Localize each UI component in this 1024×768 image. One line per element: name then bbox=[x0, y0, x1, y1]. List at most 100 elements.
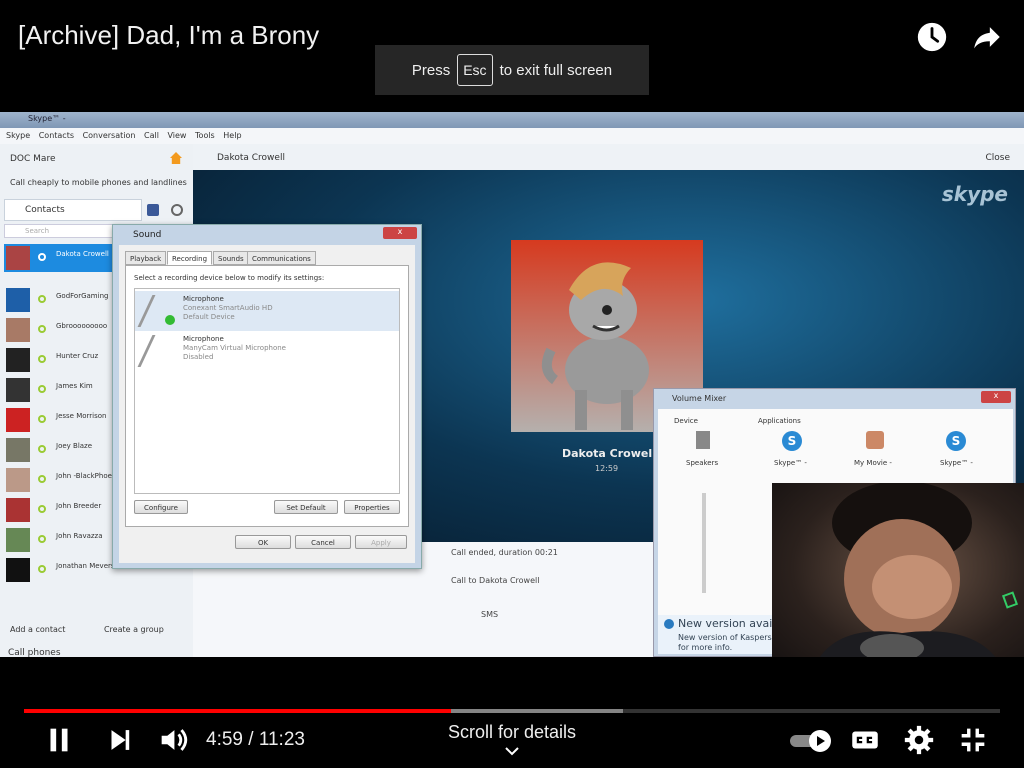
ok-button: OK bbox=[235, 535, 291, 549]
time-separator: / bbox=[242, 729, 259, 750]
skype-titlebar: Skype™ - bbox=[0, 112, 1024, 128]
avatar bbox=[6, 246, 30, 270]
avatar bbox=[6, 318, 30, 342]
contact-name: Jesse Morrison bbox=[56, 412, 107, 420]
contact-name: Gbrooooooooo bbox=[56, 322, 108, 330]
avatar bbox=[6, 468, 30, 492]
set-default-button: Set Default bbox=[274, 500, 338, 514]
tab-communications: Communications bbox=[247, 251, 316, 265]
contact-name: John -BlackPhoe bbox=[56, 472, 112, 480]
create-group-label: Create a group bbox=[103, 625, 164, 634]
microphone-icon bbox=[137, 335, 181, 367]
sound-dialog: Sound x Playback Recording Sounds Commun… bbox=[112, 224, 422, 569]
mixer-close: x bbox=[981, 391, 1011, 403]
device-name: Microphone bbox=[183, 295, 224, 303]
pause-icon[interactable] bbox=[42, 723, 76, 757]
sound-dialog-title: Sound bbox=[133, 230, 162, 240]
status-icon bbox=[38, 355, 46, 363]
device-driver: ManyCam Virtual Microphone bbox=[183, 344, 286, 352]
next-icon[interactable] bbox=[103, 723, 137, 757]
volume-slider bbox=[702, 493, 706, 593]
toast-text-before: Press bbox=[411, 61, 451, 79]
time-total: 11:23 bbox=[258, 729, 305, 750]
scroll-for-details[interactable]: Scroll for details bbox=[412, 722, 612, 743]
contact-name: Joey Blaze bbox=[56, 442, 93, 450]
configure-button: Configure bbox=[134, 500, 188, 514]
watch-later-icon[interactable] bbox=[915, 20, 949, 54]
avatar bbox=[6, 498, 30, 522]
played-bar bbox=[24, 709, 452, 713]
device-status: Default Device bbox=[183, 313, 235, 321]
menu-view: View bbox=[167, 131, 187, 140]
status-icon bbox=[38, 385, 46, 393]
skype-menubar: Skype Contacts Conversation Call View To… bbox=[0, 128, 1024, 144]
sms-label: SMS bbox=[481, 610, 499, 619]
call-ended-entry: Call ended, duration 00:21 bbox=[451, 548, 558, 557]
toast-text-after: to exit full screen bbox=[499, 61, 613, 79]
skype-window-title: Skype™ - bbox=[28, 114, 66, 123]
status-icon bbox=[38, 505, 46, 513]
contact-search: Search bbox=[4, 224, 114, 238]
facebook-icon bbox=[147, 204, 159, 216]
settings-icon[interactable] bbox=[902, 723, 936, 757]
menu-skype: Skype bbox=[6, 131, 31, 140]
skype-logo: skype bbox=[941, 182, 1008, 206]
apply-button: Apply bbox=[355, 535, 407, 549]
share-icon[interactable] bbox=[970, 20, 1004, 54]
add-contact-label: Add a contact bbox=[10, 625, 66, 634]
movie-app-icon bbox=[866, 431, 884, 449]
progress-bar[interactable] bbox=[24, 709, 1000, 713]
conversation-name: Dakota Crowell bbox=[217, 153, 285, 163]
skype-app-icon: S bbox=[946, 431, 966, 451]
device-status: Disabled bbox=[183, 353, 214, 361]
status-icon bbox=[38, 475, 46, 483]
contact-name: Hunter Cruz bbox=[56, 352, 99, 360]
sound-dialog-body: Playback Recording Sounds Communications… bbox=[119, 245, 415, 563]
time-display: 4:59 / 11:23 bbox=[206, 729, 305, 751]
recording-hint: Select a recording device below to modif… bbox=[134, 274, 325, 282]
captions-icon[interactable] bbox=[848, 723, 882, 757]
status-icon bbox=[38, 295, 46, 303]
default-check-icon bbox=[165, 315, 175, 325]
webcam-feed bbox=[772, 483, 1024, 657]
contact-name: GodForGaming bbox=[56, 292, 109, 300]
call-cheaply-text: Call cheaply to mobile phones and landli… bbox=[10, 178, 187, 187]
skype-app-icon: S bbox=[782, 431, 802, 451]
menu-tools: Tools bbox=[195, 131, 215, 140]
tab-sounds: Sounds bbox=[213, 251, 249, 265]
menu-conversation: Conversation bbox=[82, 131, 136, 140]
home-icon bbox=[170, 152, 182, 164]
recording-device-list: Microphone Conexant SmartAudio HD Defaul… bbox=[134, 288, 400, 494]
chevron-down-icon[interactable] bbox=[504, 745, 520, 757]
esc-key: Esc bbox=[457, 54, 493, 86]
autoplay-toggle-icon[interactable] bbox=[790, 730, 832, 752]
device-label: Device bbox=[674, 417, 698, 425]
exit-fullscreen-icon[interactable] bbox=[956, 723, 990, 757]
fullscreen-toast: Press Esc to exit full screen bbox=[375, 45, 649, 95]
avatar bbox=[6, 408, 30, 432]
cancel-button: Cancel bbox=[295, 535, 351, 549]
avatar bbox=[6, 438, 30, 462]
avatar bbox=[6, 288, 30, 312]
recording-panel: Select a recording device below to modif… bbox=[125, 265, 409, 527]
call-contact-name: Dakota Crowell bbox=[562, 447, 656, 460]
contact-name: John Breeder bbox=[56, 502, 102, 510]
device-row: Microphone ManyCam Virtual Microphone Di… bbox=[135, 331, 399, 371]
tab-recording: Recording bbox=[167, 251, 213, 265]
status-icon bbox=[38, 325, 46, 333]
contact-name: Dakota Crowell bbox=[56, 250, 109, 258]
video-title: [Archive] Dad, I'm a Brony bbox=[18, 20, 320, 50]
contact-name: James Kim bbox=[56, 382, 93, 390]
skype-user-name: DOC Mare bbox=[10, 154, 56, 164]
speakers-label: Speakers bbox=[686, 459, 719, 467]
volume-icon[interactable] bbox=[156, 723, 190, 757]
menu-help: Help bbox=[223, 131, 242, 140]
sound-dialog-close: x bbox=[383, 227, 417, 239]
contact-name: Jonathan Mevers bbox=[56, 562, 115, 570]
contacts-tab: Contacts bbox=[4, 199, 142, 221]
call-to-entry: Call to Dakota Crowell bbox=[451, 576, 540, 585]
recent-clock-icon bbox=[171, 204, 183, 216]
device-driver: Conexant SmartAudio HD bbox=[183, 304, 273, 312]
time-current: 4:59 bbox=[206, 729, 243, 750]
video-frame[interactable]: Skype™ - Skype Contacts Conversation Cal… bbox=[0, 112, 1024, 657]
